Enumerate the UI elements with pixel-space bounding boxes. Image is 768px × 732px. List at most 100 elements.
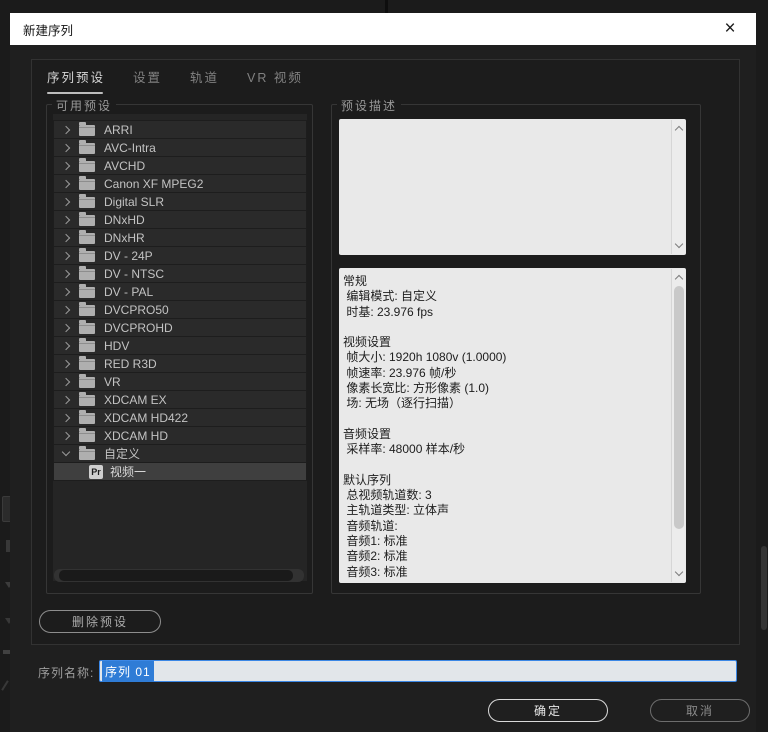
description-line: 音频设置	[343, 426, 392, 441]
preset-summary-box: 常规 编辑模式: 自定义 时基: 23.976 fps 视频设置 帧大小: 192…	[339, 268, 686, 583]
description-line: 采样率: 48000 样本/秒	[343, 442, 466, 457]
tab-bar: 序列预设 设置 轨道 VR 视频	[47, 67, 331, 94]
close-icon[interactable]: ×	[716, 13, 744, 45]
delete-preset-button[interactable]: 删除预设	[39, 610, 161, 633]
scrollbar-thumb[interactable]	[59, 570, 293, 581]
dialog-titlebar: 新建序列 ×	[10, 13, 756, 45]
scrollbar-thumb[interactable]	[673, 286, 684, 529]
folder-icon	[79, 301, 95, 316]
tree-item[interactable]: HDV	[53, 336, 307, 355]
tree-item[interactable]: Pr 视频一	[53, 462, 307, 481]
chevron-right-icon[interactable]	[60, 393, 74, 407]
chevron-right-icon[interactable]	[60, 339, 74, 353]
scroll-up-icon[interactable]	[675, 274, 683, 282]
tree-item[interactable]: DNxHR	[53, 228, 307, 247]
description-line: 常规	[343, 274, 368, 288]
folder-icon	[79, 139, 95, 154]
tree-item-label: 视频一	[110, 465, 147, 479]
chevron-right-icon[interactable]	[60, 195, 74, 209]
tab-sequence-presets[interactable]: 序列预设	[47, 67, 105, 94]
screen: 新建序列 × 序列预设 设置 轨道 VR 视频 可用预设 ARRI AVC-Int…	[0, 0, 768, 732]
tree-item-label: 自定义	[104, 447, 141, 461]
description-line	[343, 318, 670, 333]
folder-icon	[79, 211, 95, 226]
tree-item[interactable]: DV - 24P	[53, 246, 307, 265]
chevron-right-icon[interactable]	[60, 267, 74, 281]
tab-settings[interactable]: 设置	[133, 67, 162, 94]
background-panel-divider	[385, 0, 388, 13]
chevron-right-icon[interactable]	[60, 375, 74, 389]
description-scrollbar[interactable]	[671, 120, 685, 254]
tree-item[interactable]: ARRI	[53, 120, 307, 139]
chevron-right-icon[interactable]	[60, 303, 74, 317]
available-presets-legend: 可用预设	[52, 97, 117, 114]
folder-icon	[79, 337, 95, 352]
folder-icon	[79, 391, 95, 406]
tree-item-label: XDCAM EX	[104, 392, 167, 407]
ok-button[interactable]: 确定	[488, 699, 608, 722]
chevron-right-icon[interactable]	[60, 321, 74, 335]
tree-item[interactable]: RED R3D	[53, 354, 307, 373]
preset-tree: ARRI AVC-Intra AVCHD Canon XF MPEG2 Digital …	[53, 114, 307, 581]
chevron-right-icon[interactable]	[60, 231, 74, 245]
tree-item-label: VR	[104, 374, 121, 389]
description-line: 像素长宽比: 方形像素 (1.0)	[343, 381, 490, 396]
tree-item-label: HDV	[104, 338, 130, 353]
tree-item[interactable]: AVC-Intra	[53, 138, 307, 157]
folder-icon	[79, 409, 95, 424]
folder-icon	[79, 427, 95, 442]
scroll-down-icon[interactable]	[675, 241, 683, 249]
tree-item[interactable]: XDCAM EX	[53, 390, 307, 409]
folder-icon	[79, 175, 95, 190]
tree-item-label: DNxHD	[104, 212, 145, 227]
chevron-right-icon[interactable]	[60, 213, 74, 227]
summary-scrollbar[interactable]	[671, 269, 685, 582]
tree-item[interactable]: 自定义	[53, 444, 307, 463]
description-line: 音频3: 标准	[343, 564, 408, 579]
scroll-down-icon[interactable]	[675, 569, 683, 577]
description-line: 场: 无场（逐行扫描）	[343, 396, 462, 411]
tree-item-label: XDCAM HD	[104, 428, 169, 443]
chevron-right-icon[interactable]	[60, 429, 74, 443]
tree-item-label: Canon XF MPEG2	[104, 176, 204, 191]
sequence-name-value: 序列 01	[102, 660, 154, 682]
tree-item[interactable]: DV - PAL	[53, 282, 307, 301]
tree-item-label: ARRI	[104, 122, 133, 137]
tab-tracks[interactable]: 轨道	[190, 67, 219, 94]
sequence-name-input[interactable]: 序列 01	[99, 660, 737, 682]
tree-item[interactable]: XDCAM HD422	[53, 408, 307, 427]
tree-item[interactable]: XDCAM HD	[53, 426, 307, 445]
tree-item[interactable]: DVCPRO50	[53, 300, 307, 319]
preset-summary-text: 常规 编辑模式: 自定义 时基: 23.976 fps 视频设置 帧大小: 192…	[339, 268, 670, 583]
chevron-right-icon[interactable]	[60, 159, 74, 173]
chevron-right-icon[interactable]	[60, 285, 74, 299]
premiere-preset-icon: Pr	[89, 464, 103, 479]
preset-description-group: 预设描述 常规 编辑模式: 自定义 时基: 23.976 fps 视频设置 帧大小…	[331, 97, 701, 594]
folder-icon	[79, 319, 95, 334]
chevron-right-icon[interactable]	[60, 141, 74, 155]
tree-item[interactable]: Canon XF MPEG2	[53, 174, 307, 193]
tree-item[interactable]: VR	[53, 372, 307, 391]
chevron-down-icon[interactable]	[60, 447, 74, 461]
tree-item[interactable]: DNxHD	[53, 210, 307, 229]
tree-item[interactable]: AVCHD	[53, 156, 307, 175]
tab-vr-video[interactable]: VR 视频	[247, 67, 303, 94]
preset-description-legend: 预设描述	[337, 97, 402, 114]
chevron-right-icon[interactable]	[60, 177, 74, 191]
description-line: 帧速率: 23.976 帧/秒	[343, 365, 457, 380]
chevron-right-icon[interactable]	[60, 123, 74, 137]
tree-item-label: DVCPRO50	[104, 302, 169, 317]
description-line: 音频2: 标准	[343, 549, 408, 564]
tree-horizontal-scrollbar[interactable]	[54, 569, 304, 582]
chevron-right-icon[interactable]	[60, 411, 74, 425]
tree-item[interactable]: Digital SLR	[53, 192, 307, 211]
background-scrollbar	[761, 546, 767, 630]
cancel-button[interactable]: 取消	[650, 699, 750, 722]
chevron-right-icon[interactable]	[60, 357, 74, 371]
tree-item[interactable]: DV - NTSC	[53, 264, 307, 283]
description-line: 音频1: 标准	[343, 534, 408, 549]
tree-item-label: DV - PAL	[104, 284, 154, 299]
scroll-up-icon[interactable]	[675, 125, 683, 133]
tree-item[interactable]: DVCPROHD	[53, 318, 307, 337]
chevron-right-icon[interactable]	[60, 249, 74, 263]
